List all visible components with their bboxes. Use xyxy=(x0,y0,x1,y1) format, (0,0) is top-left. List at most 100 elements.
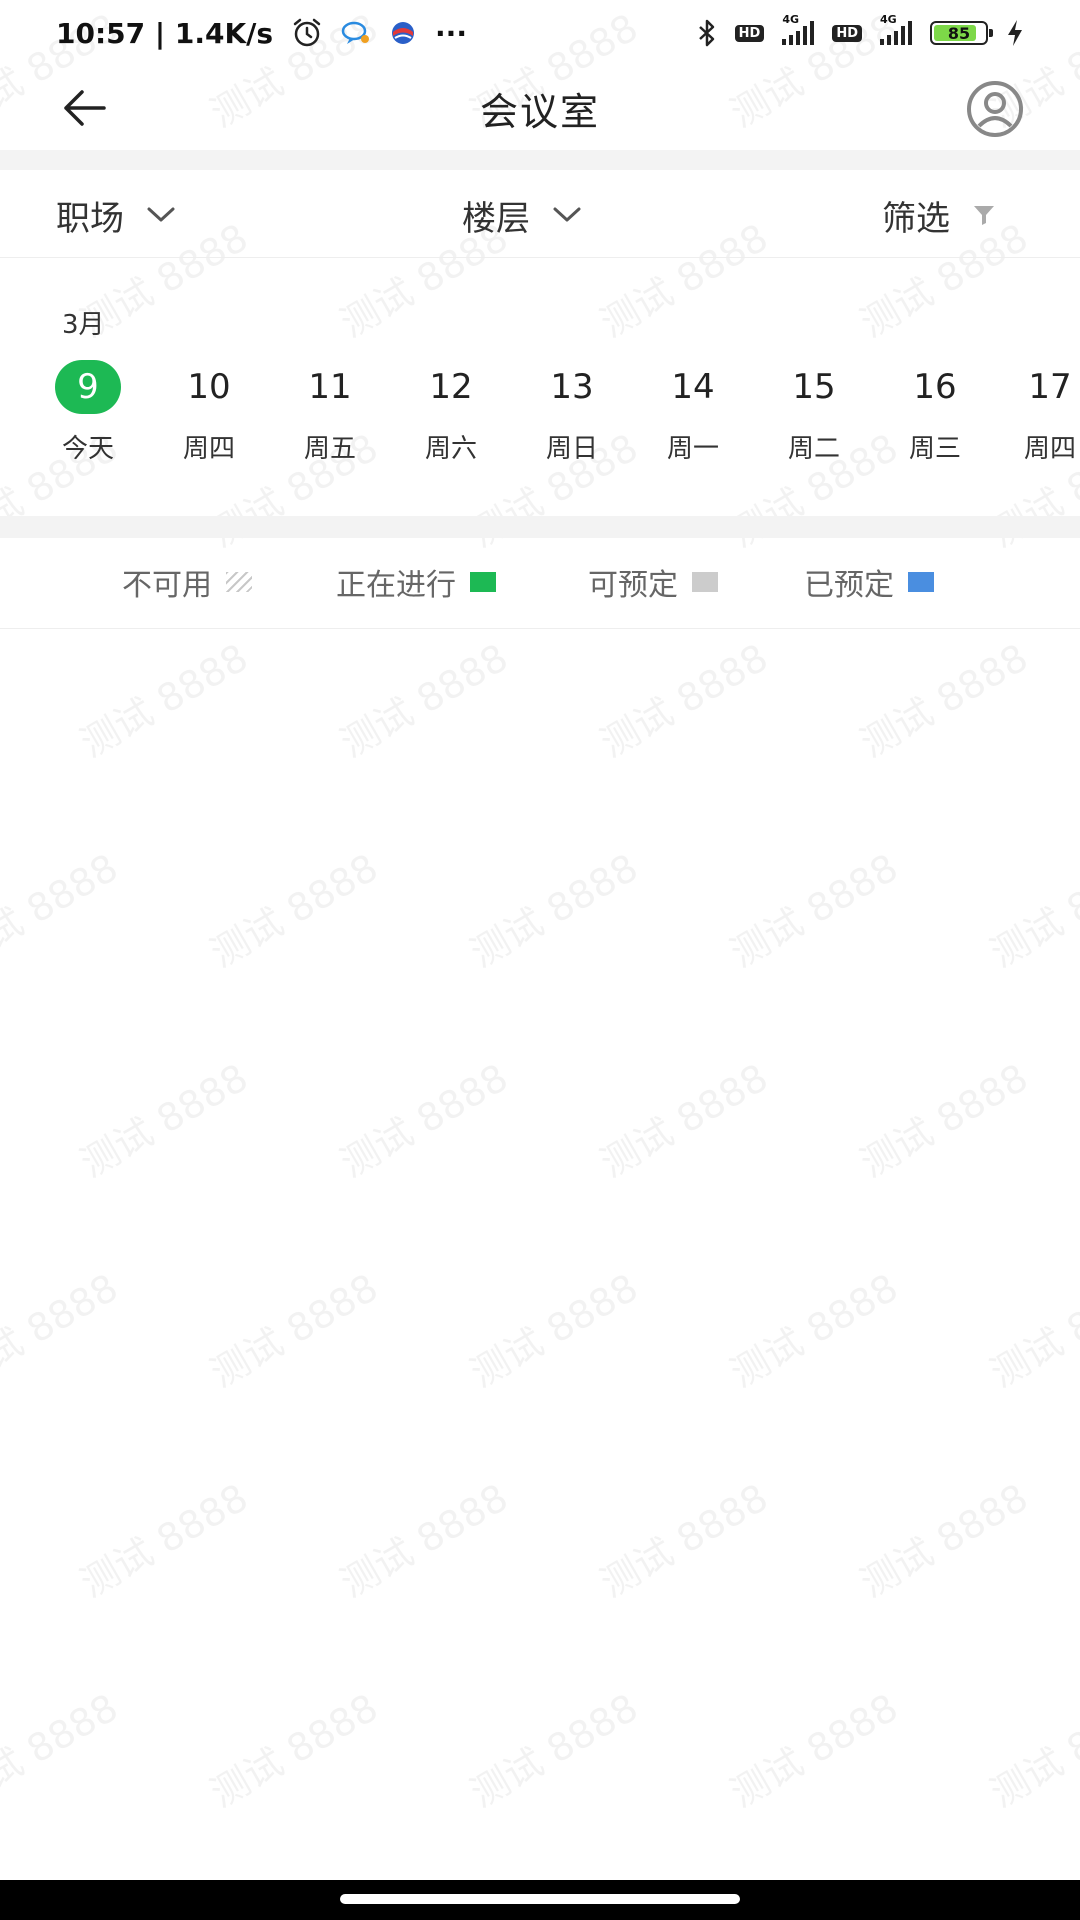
hd-badge: HD xyxy=(734,24,765,42)
floor-dropdown[interactable]: 楼层 xyxy=(462,190,582,240)
date-item[interactable]: 16 周三 xyxy=(885,360,985,480)
weekday-label: 周四 xyxy=(182,434,235,464)
watermark-text: 测试 8888 xyxy=(723,1265,906,1396)
status-bar-right: HD 4G HD 4G 85 xyxy=(697,13,1024,48)
network-type: 4G xyxy=(782,13,800,26)
legend-available: 可预定 xyxy=(588,562,718,603)
legend-available-label: 可预定 xyxy=(588,568,678,603)
watermark-text: 测试 8888 xyxy=(983,1265,1080,1396)
user-profile-icon xyxy=(967,81,1023,137)
legend-unavailable-label: 不可用 xyxy=(122,568,212,603)
date-number: 11 xyxy=(308,367,352,407)
system-nav-bar xyxy=(0,1880,1080,1920)
alarm-icon xyxy=(291,17,323,49)
date-number: 15 xyxy=(792,367,836,407)
watermark-text: 测试 8888 xyxy=(73,1055,256,1186)
funnel-icon xyxy=(974,206,994,225)
section-divider xyxy=(0,150,1080,170)
watermark-text: 测试 8888 xyxy=(723,845,906,976)
chevron-down-icon xyxy=(147,207,175,222)
watermark-text: 测试 8888 xyxy=(593,1055,776,1186)
home-gesture-handle[interactable] xyxy=(340,1894,740,1904)
signal-strength-icon: 4G xyxy=(782,13,815,45)
legend-in-progress: 正在进行 xyxy=(336,562,496,603)
hd-badge: HD xyxy=(832,24,862,42)
floor-label: 楼层 xyxy=(462,198,530,239)
watermark-text: 测试 8888 xyxy=(333,635,516,766)
filter-button[interactable]: 筛选 xyxy=(882,190,996,240)
network-type: 4G xyxy=(880,13,897,26)
back-button[interactable] xyxy=(56,84,112,132)
date-item[interactable]: 12 周六 xyxy=(401,360,501,480)
bluetooth-icon xyxy=(697,18,717,48)
weekday-label: 今天 xyxy=(61,434,114,464)
watermark-text: 测试 8888 xyxy=(723,1685,906,1816)
filter-label: 筛选 xyxy=(882,198,950,239)
weekday-label: 周六 xyxy=(424,434,477,464)
chat-icon xyxy=(341,20,371,46)
workplace-dropdown[interactable]: 职场 xyxy=(56,190,176,240)
watermark-text: 测试 8888 xyxy=(203,845,386,976)
date-item[interactable]: 13 周日 xyxy=(522,360,622,480)
status-legend: 不可用 正在进行 可预定 已预定 xyxy=(0,538,1080,629)
weekday-label: 周三 xyxy=(908,434,961,464)
available-swatch xyxy=(692,572,718,592)
watermark-text: 测试 8888 xyxy=(0,1685,126,1816)
weekday-label: 周四 xyxy=(1023,434,1076,464)
date-item[interactable]: 9 今天 xyxy=(38,360,138,480)
watermark-text: 测试 8888 xyxy=(593,1475,776,1606)
chevron-down-icon xyxy=(553,207,581,222)
page-title: 会议室 xyxy=(479,89,600,134)
watermark-text: 测试 8888 xyxy=(203,1685,386,1816)
date-item[interactable]: 17 周四 xyxy=(980,360,1080,480)
date-item[interactable]: 10 周四 xyxy=(159,360,259,480)
legend-unavailable: 不可用 xyxy=(122,562,252,603)
watermark-text: 测试 8888 xyxy=(983,1685,1080,1816)
section-divider xyxy=(0,516,1080,538)
battery-icon: 85 xyxy=(930,21,993,45)
watermark-layer: 测试 8888 测试 8888 测试 8888 测试 8888 测试 8888 测试 88… xyxy=(0,0,1080,1880)
date-number: 13 xyxy=(550,367,594,407)
watermark-text: 测试 8888 xyxy=(853,1055,1036,1186)
workplace-label: 职场 xyxy=(56,198,124,239)
date-item[interactable]: 11 周五 xyxy=(280,360,380,480)
date-number: 10 xyxy=(187,367,231,407)
status-bar-left: 10:57 | 1.4K/s ··· xyxy=(56,17,467,50)
weekday-label: 周日 xyxy=(545,434,598,464)
date-number: 9 xyxy=(55,360,121,414)
filter-bar: 职场 楼层 筛选 xyxy=(0,170,1080,258)
watermark-text: 测试 8888 xyxy=(463,845,646,976)
signal-strength-icon: 4G xyxy=(880,13,912,45)
date-item[interactable]: 15 周二 xyxy=(764,360,864,480)
watermark-text: 测试 8888 xyxy=(333,1475,516,1606)
legend-booked-label: 已预定 xyxy=(804,568,894,603)
month-label: 3月 xyxy=(62,310,105,340)
weekday-label: 周五 xyxy=(303,434,356,464)
date-item[interactable]: 14 周一 xyxy=(643,360,743,480)
watermark-text: 测试 8888 xyxy=(203,1265,386,1396)
date-number: 16 xyxy=(913,367,957,407)
watermark-text: 测试 8888 xyxy=(333,1055,516,1186)
app-notification-icon xyxy=(389,19,417,47)
app-header: 会议室 xyxy=(0,66,1080,150)
date-selector: 3月 9 今天 10 周四 11 周五 12 周六 13 周日 14 周一 15… xyxy=(0,300,1080,500)
profile-button[interactable] xyxy=(966,80,1024,138)
watermark-text: 测试 8888 xyxy=(983,845,1080,976)
date-number: 17 xyxy=(1028,367,1072,407)
legend-in-progress-label: 正在进行 xyxy=(336,568,456,603)
watermark-text: 测试 8888 xyxy=(593,635,776,766)
booked-swatch xyxy=(908,572,934,592)
watermark-text: 测试 8888 xyxy=(0,845,126,976)
watermark-text: 测试 8888 xyxy=(463,1265,646,1396)
weekday-label: 周一 xyxy=(666,434,719,464)
watermark-text: 测试 8888 xyxy=(463,1685,646,1816)
status-more: ··· xyxy=(435,16,467,50)
status-bar: 10:57 | 1.4K/s ··· HD 4G HD 4G 85 xyxy=(0,0,1080,66)
in-progress-swatch xyxy=(470,572,496,592)
date-number: 14 xyxy=(671,367,715,407)
legend-booked: 已预定 xyxy=(804,562,934,603)
battery-level: 85 xyxy=(947,23,971,43)
date-number: 12 xyxy=(429,367,473,407)
charging-icon xyxy=(1006,19,1024,47)
watermark-text: 测试 8888 xyxy=(73,635,256,766)
